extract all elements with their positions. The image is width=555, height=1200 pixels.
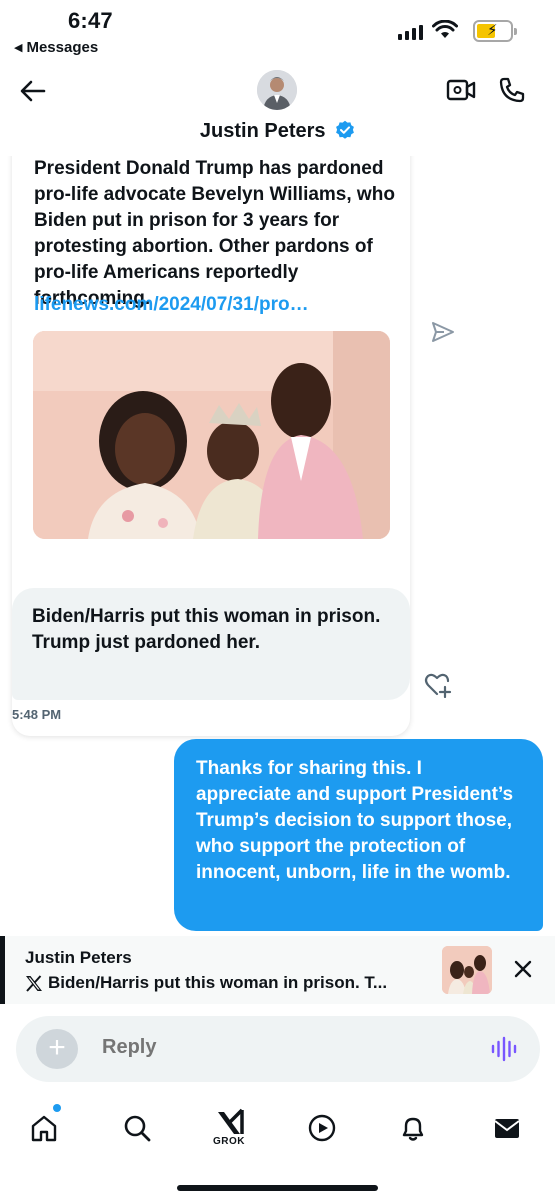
incoming-message-bubble[interactable]: Biden/Harris put this woman in prison. T… (12, 588, 410, 700)
message-list[interactable]: President Donald Trump has pardoned pro-… (0, 156, 555, 936)
wifi-icon (432, 20, 458, 38)
back-triangle-icon: ◀ (14, 42, 23, 54)
reply-preview[interactable]: Justin Peters Biden/Harris put this woma… (0, 936, 555, 1004)
grok-icon (218, 1108, 244, 1134)
nav-video[interactable] (302, 1108, 342, 1148)
home-icon (31, 1115, 57, 1142)
share-icon[interactable] (430, 320, 456, 344)
add-media-button[interactable]: + (36, 1029, 78, 1069)
cellular-signal-icon (398, 24, 423, 40)
notifications-icon (402, 1117, 424, 1141)
nav-notifications[interactable] (393, 1108, 433, 1148)
video-call-icon[interactable] (446, 76, 476, 104)
nav-search[interactable] (117, 1108, 157, 1148)
back-to-app-link[interactable]: ◀ Messages (14, 39, 98, 56)
back-arrow-icon[interactable] (18, 76, 48, 106)
home-indicator[interactable] (177, 1185, 378, 1191)
status-time: 6:47 (68, 8, 113, 33)
reply-input[interactable] (102, 1036, 402, 1059)
reply-preview-snippet: Biden/Harris put this woman in prison. T… (48, 973, 388, 992)
message-timestamp: 5:48 PM (12, 707, 62, 722)
back-app-label: Messages (26, 39, 99, 56)
status-bar: 6:47 ◀ Messages ⚡ (0, 0, 555, 62)
avatar[interactable] (257, 70, 297, 110)
search-icon (124, 1115, 151, 1142)
reply-preview-name: Justin Peters (25, 948, 132, 967)
shared-post-text: President Donald Trump has pardoned pro-… (34, 158, 395, 309)
voice-message-icon[interactable] (490, 1035, 518, 1063)
outgoing-message-bubble[interactable]: Thanks for sharing this. I appreciate an… (174, 739, 543, 931)
video-icon (308, 1114, 336, 1142)
contact-name[interactable]: Justin Peters (0, 120, 555, 143)
messages-icon (494, 1119, 520, 1138)
bottom-navigation (0, 1098, 555, 1158)
add-reaction-icon[interactable] (424, 672, 452, 698)
battery-icon: ⚡ (473, 20, 517, 42)
nav-messages[interactable] (487, 1108, 527, 1148)
contact-name-text: Justin Peters (199, 120, 326, 142)
verified-badge-icon (336, 120, 354, 139)
home-notification-dot (53, 1104, 61, 1112)
nav-home[interactable] (24, 1108, 64, 1148)
shared-post-link[interactable]: lifenews.com/2024/07/31/pro… (34, 294, 309, 316)
reply-preview-text: Biden/Harris put this woman in prison. T… (25, 973, 387, 993)
shared-post-photo[interactable] (33, 331, 390, 539)
close-icon[interactable] (512, 958, 534, 980)
x-logo-icon (26, 974, 42, 992)
grok-label: GROK (213, 1136, 245, 1147)
message-composer: + (16, 1016, 540, 1082)
reply-preview-thumbnail (442, 946, 492, 994)
phone-call-icon[interactable] (498, 76, 526, 104)
conversation-header: Justin Peters (0, 62, 555, 156)
